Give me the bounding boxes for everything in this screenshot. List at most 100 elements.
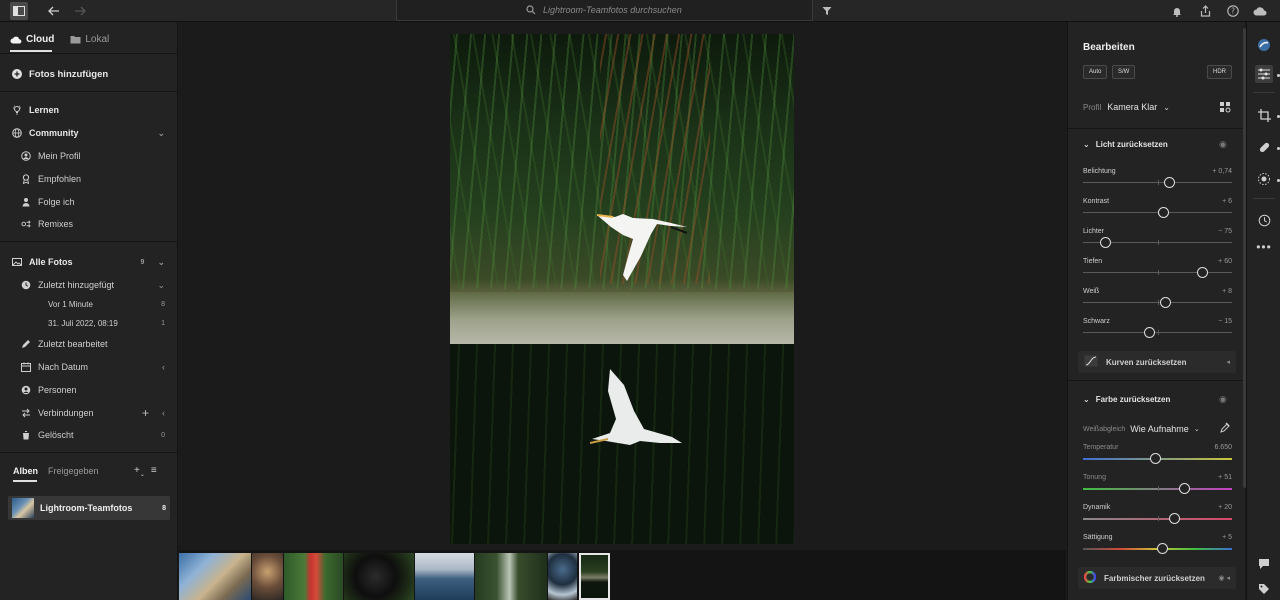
tab-shared[interactable]: Freigegeben (48, 466, 99, 476)
profile-browser-icon[interactable] (1219, 101, 1231, 113)
auto-button[interactable]: Auto (1083, 65, 1108, 79)
slider-tonung[interactable]: Tonung + 51 (1083, 474, 1232, 498)
filmstrip-thumbnail[interactable] (284, 553, 343, 600)
eye-icon[interactable]: ◉ (1219, 394, 1227, 405)
active-tab-indicator (10, 50, 52, 52)
sidebar-item-remixes[interactable]: Remixes (21, 216, 165, 232)
sidebar-item-deleted[interactable]: Gelöscht 0 (21, 427, 165, 443)
slider-sättigung[interactable]: Sättigung + 5 (1083, 534, 1232, 558)
sort-icon[interactable]: ≡ (151, 465, 157, 478)
slider-thumb[interactable] (1179, 483, 1191, 494)
crop-icon[interactable] (1255, 106, 1273, 124)
tab-cloud[interactable]: Cloud (10, 34, 54, 45)
sidebar-item-following[interactable]: Folge ich (21, 194, 165, 210)
chevron-left-icon[interactable]: ‹ (162, 408, 165, 418)
color-section-header[interactable]: ⌄ Farbe zurücksetzen (1083, 395, 1170, 404)
slider-thumb[interactable] (1164, 177, 1176, 188)
sidebar-item-people[interactable]: Personen (21, 382, 165, 398)
tab-albums[interactable]: Alben (13, 466, 38, 476)
tag-icon[interactable] (1255, 580, 1273, 598)
add-connection-icon[interactable]: + (142, 406, 149, 420)
slider-thumb[interactable] (1156, 543, 1168, 554)
filmstrip-thumbnail[interactable] (179, 553, 251, 600)
curves-section[interactable]: Kurven zurücksetzen ◂ (1078, 351, 1236, 373)
sidebar-item-by-date[interactable]: Nach Datum ‹ (21, 359, 165, 375)
eye-icon[interactable]: ◉ ◂ (1218, 574, 1230, 582)
filmstrip-thumbnail[interactable] (252, 553, 283, 600)
date-group-label: 31. Juli 2022, 08:19 (48, 318, 118, 328)
slider-dynamik[interactable]: Dynamik + 20 (1083, 504, 1232, 528)
slider-thumb[interactable] (1149, 453, 1161, 464)
white-balance-selector[interactable]: Weißabgleich Wie Aufnahme ⌄ (1083, 424, 1200, 434)
slider-tiefen[interactable]: Tiefen + 60 (1083, 258, 1232, 282)
profile-selector[interactable]: Profil Kamera Klar ⌄ (1083, 102, 1170, 112)
filmstrip-thumbnail-selected[interactable] (579, 553, 610, 600)
slider-thumb[interactable] (1143, 327, 1155, 338)
chevron-down-icon[interactable]: ⌄ (157, 257, 165, 268)
sidebar-item-recently-edited[interactable]: Zuletzt bearbeitet (21, 336, 165, 352)
slider-schwarz[interactable]: Schwarz − 15 (1083, 318, 1232, 342)
sidebar-item-profile[interactable]: Mein Profil (21, 148, 165, 164)
bw-button[interactable]: S/W (1112, 65, 1136, 79)
eyedropper-icon[interactable] (1220, 422, 1230, 436)
slider-center-tick (1157, 486, 1159, 491)
main-photo[interactable] (450, 34, 794, 544)
slider-value: − 15 (1218, 318, 1232, 325)
back-arrow-icon[interactable] (45, 2, 63, 20)
slider-kontrast[interactable]: Kontrast + 6 (1083, 198, 1232, 222)
history-icon[interactable] (1255, 211, 1273, 229)
chevron-left-icon[interactable]: ‹ (162, 362, 165, 372)
slider-belichtung[interactable]: Belichtung + 0,74 (1083, 168, 1232, 192)
sidebar-item-one-minute-ago[interactable]: Vor 1 Minute 8 (48, 296, 165, 312)
slider-lichter[interactable]: Lichter − 75 (1083, 228, 1232, 252)
hdr-button[interactable]: HDR (1207, 65, 1232, 79)
sidebar-item-connections[interactable]: Verbindungen + ‹ (21, 405, 165, 421)
slider-thumb[interactable] (1197, 267, 1209, 278)
sidebar-item-learn[interactable]: Lernen (12, 102, 165, 118)
edit-sliders-icon[interactable] (1255, 65, 1273, 83)
slider-temperatur[interactable]: Temperatur 6.650 (1083, 444, 1232, 468)
chevron-left-icon: ◂ (1226, 359, 1230, 366)
panel-toggle-icon[interactable] (10, 2, 28, 20)
sidebar-item-recently-added[interactable]: Zuletzt hinzugefügt ⌄ (21, 277, 165, 293)
bell-icon[interactable] (1168, 2, 1186, 20)
color-mixer-section[interactable]: Farbmischer zurücksetzen ◉ ◂ (1078, 567, 1236, 589)
filmstrip-thumbnail[interactable] (344, 553, 414, 600)
divider (0, 241, 178, 242)
filmstrip-thumbnail[interactable] (415, 553, 474, 600)
tab-local[interactable]: Lokal (70, 34, 109, 45)
chevron-down-icon[interactable]: ⌄ (157, 280, 165, 291)
sidebar-item-community[interactable]: Community ⌄ (12, 125, 165, 141)
filmstrip-thumbnail[interactable] (475, 553, 547, 600)
sidebar-item-featured[interactable]: Empfohlen (21, 171, 165, 187)
filter-icon[interactable] (818, 2, 836, 20)
sidebar-item-date-group[interactable]: 31. Juli 2022, 08:19 1 (48, 315, 165, 331)
slider-value: + 0,74 (1212, 168, 1232, 175)
chevron-down-icon[interactable]: ⌄ (157, 128, 165, 139)
slider-thumb[interactable] (1100, 237, 1112, 248)
slider-thumb[interactable] (1168, 513, 1180, 524)
add-photos-button[interactable]: Fotos hinzufügen (12, 66, 165, 82)
search-box[interactable] (396, 0, 813, 21)
sidebar-item-all-photos[interactable]: Alle Fotos 9 ⌄ (12, 254, 165, 270)
remixes-label: Remixes (38, 219, 74, 229)
search-input[interactable] (543, 5, 683, 15)
share-icon[interactable] (1196, 2, 1214, 20)
cloud-status-icon[interactable] (1251, 2, 1269, 20)
slider-weiß[interactable]: Weiß + 8 (1083, 288, 1232, 312)
folder-icon (70, 36, 81, 44)
more-options-icon[interactable]: ••• (1255, 238, 1273, 256)
forward-arrow-icon[interactable] (71, 2, 89, 20)
filmstrip-thumbnail[interactable] (548, 553, 577, 600)
help-icon[interactable]: ? (1224, 2, 1242, 20)
light-section-header[interactable]: ⌄ Licht zurücksetzen (1083, 140, 1168, 149)
add-album-icon[interactable]: +⌄ (134, 465, 145, 478)
album-item[interactable]: Lightroom-Teamfotos 8 (8, 496, 170, 520)
healing-icon[interactable] (1255, 138, 1273, 156)
eye-icon[interactable]: ◉ (1219, 139, 1227, 150)
presets-icon[interactable] (1255, 36, 1273, 54)
slider-thumb[interactable] (1159, 297, 1171, 308)
comments-icon[interactable] (1255, 555, 1273, 573)
masking-icon[interactable] (1255, 170, 1273, 188)
slider-thumb[interactable] (1158, 207, 1170, 218)
